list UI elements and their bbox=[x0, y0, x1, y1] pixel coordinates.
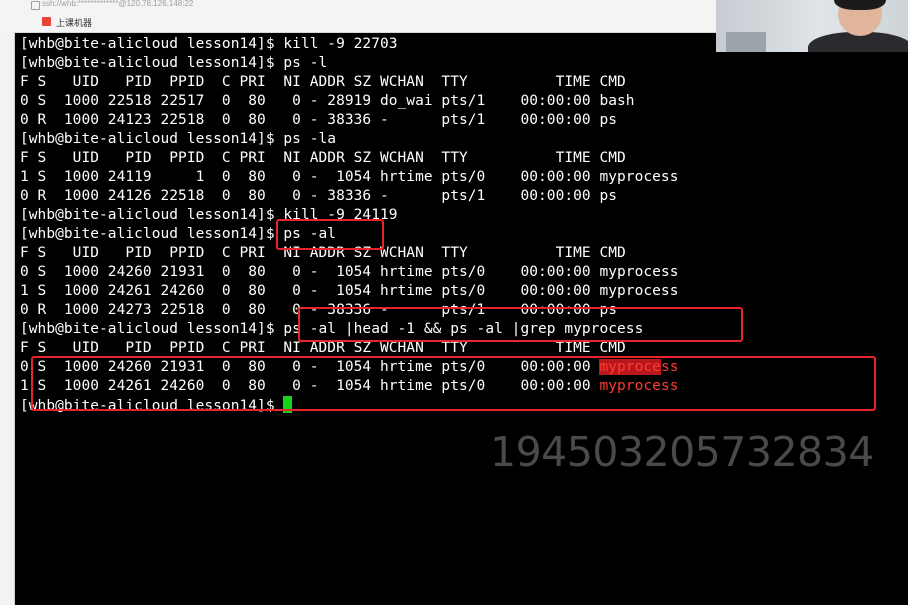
terminal-line: 0 S 1000 24260 21931 0 80 0 - 1054 hrtim… bbox=[20, 264, 679, 280]
session-tab[interactable]: 上课机器 bbox=[0, 13, 716, 31]
terminal-line: 1 S 1000 24261 24260 0 80 0 - 1054 hrtim… bbox=[20, 283, 679, 299]
terminal-line: 0 R 1000 24123 22518 0 80 0 - 38336 - pt… bbox=[20, 112, 618, 128]
terminal[interactable]: [whb@bite-alicloud lesson14]$ kill -9 22… bbox=[0, 32, 908, 605]
ssh-address: ssh://whb:*************@120.78.126.148:2… bbox=[42, 0, 194, 8]
terminal-line: [whb@bite-alicloud lesson14]$ ps -l bbox=[20, 55, 328, 71]
watermark-number: 194503205732834 bbox=[490, 428, 874, 476]
terminal-line: F S UID PID PPID C PRI NI ADDR SZ WCHAN … bbox=[20, 74, 626, 90]
terminal-line: F S UID PID PPID C PRI NI ADDR SZ WCHAN … bbox=[20, 150, 626, 166]
lock-icon bbox=[31, 1, 40, 10]
terminal-line: 0 R 1000 24126 22518 0 80 0 - 38336 - pt… bbox=[20, 188, 618, 204]
terminal-line: 0 S 1000 22518 22517 0 80 0 - 28919 do_w… bbox=[20, 93, 635, 109]
terminal-line: 1 S 1000 24119 1 0 80 0 - 1054 hrtime pt… bbox=[20, 169, 679, 185]
session-icon bbox=[42, 17, 51, 26]
session-tab-label: 上课机器 bbox=[56, 18, 93, 28]
annotation-box-grep-command bbox=[298, 307, 743, 342]
ssh-title-bar: ssh://whb:*************@120.78.126.148:2… bbox=[0, 0, 716, 33]
terminal-line: [whb@bite-alicloud lesson14]$ ps -la bbox=[20, 131, 337, 147]
annotation-box-grep-results bbox=[31, 356, 876, 411]
terminal-line: [whb@bite-alicloud lesson14]$ kill -9 22… bbox=[20, 36, 398, 52]
annotation-box-ps-al bbox=[276, 219, 384, 250]
address-bar: ssh://whb:*************@120.78.126.148:2… bbox=[0, 0, 716, 11]
